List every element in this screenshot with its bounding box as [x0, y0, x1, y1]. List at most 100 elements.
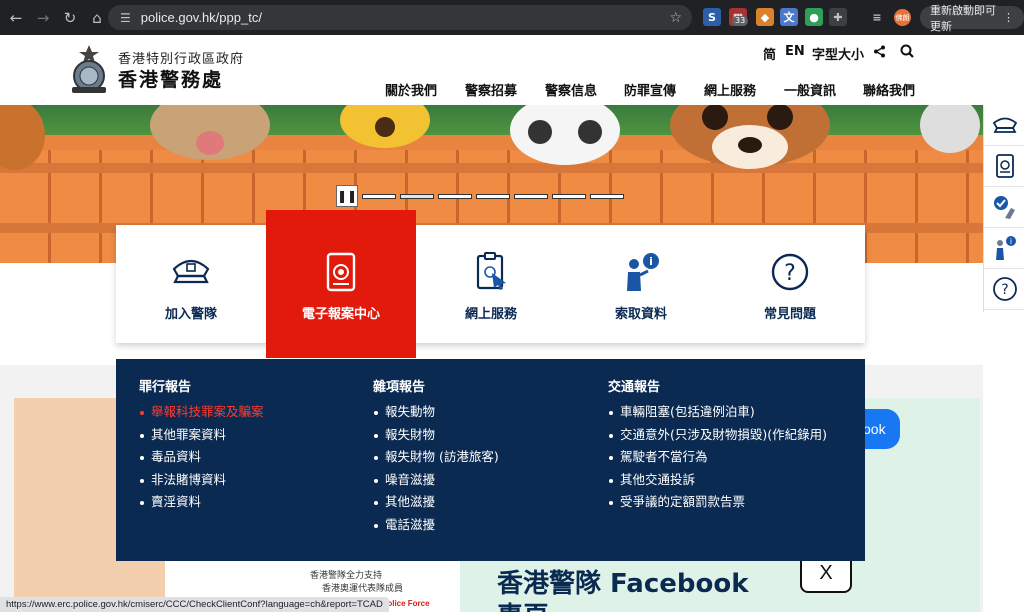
- link-drug-info[interactable]: 毒品資料: [139, 446, 264, 469]
- back-icon[interactable]: ←: [4, 6, 28, 30]
- link-lost-property-visitor[interactable]: 報失財物 (訪港旅客): [373, 446, 499, 469]
- facebook-subtitle: 專頁: [497, 596, 549, 612]
- forward-icon[interactable]: →: [31, 6, 55, 30]
- police-crest-logo[interactable]: [66, 43, 112, 95]
- check-hand-icon: [993, 196, 1015, 219]
- tile-faq[interactable]: ? 常見問題: [715, 225, 865, 343]
- link-phone-nuisance[interactable]: 電話滋擾: [373, 514, 499, 537]
- poster-text: 香港警隊全力支持 香港奧運代表隊成員: [310, 570, 403, 596]
- tile-online-services[interactable]: 網上服務: [416, 225, 566, 343]
- tile-e-report-centre[interactable]: 電子報案中心: [266, 210, 416, 358]
- quick-service-tiles: 加入警隊 電子報案中心 網上服務 i 索取資料 ? 常見問題: [116, 210, 865, 358]
- search-icon[interactable]: [900, 44, 914, 58]
- facebook-title: 香港警隊 Facebook: [497, 569, 749, 599]
- site-header: 香港特別行政區政府 香港警務處 简 EN 字型大小 關於我們 警察招募 警察信息…: [0, 35, 1024, 105]
- link-other-nuisance[interactable]: 其他滋擾: [373, 491, 499, 514]
- carousel-dot[interactable]: [514, 193, 548, 199]
- carousel-pause-button[interactable]: ❚❚: [336, 185, 358, 207]
- extension-record-icon[interactable]: ●: [805, 8, 823, 26]
- question-icon: ?: [992, 277, 1017, 301]
- info-person-icon: i: [627, 253, 659, 291]
- poster-line-2: 香港奧運代表隊成員: [322, 584, 404, 594]
- banner-illustration: [0, 105, 980, 170]
- update-button-label: 重新啟動即可更新: [930, 3, 996, 33]
- update-button[interactable]: 重新啟動即可更新 ⋮: [920, 4, 1024, 33]
- carousel-dot[interactable]: [590, 193, 624, 199]
- link-lost-property[interactable]: 報失財物: [373, 424, 499, 447]
- lang-english-link[interactable]: EN: [785, 44, 805, 59]
- link-prostitution[interactable]: 賣淫資料: [139, 491, 264, 514]
- crime-report-column: 罪行報告 舉報科技罪案及騙案 其他罪案資料 毒品資料 非法賭博資料 賣淫資料: [139, 376, 264, 514]
- link-illegal-gambling[interactable]: 非法賭博資料: [139, 469, 264, 492]
- side-faq[interactable]: ?: [984, 269, 1024, 310]
- traffic-report-column: 交通報告 車輛阻塞(包括違例泊車) 交通意外(只涉及財物損毀)(作紀錄用) 駕駛…: [608, 376, 827, 514]
- link-status-bar: https://www.erc.police.gov.hk/cmiserc/CC…: [0, 597, 389, 612]
- tile-label: 索取資料: [614, 307, 667, 322]
- tile-label: 常見問題: [763, 307, 816, 322]
- address-url[interactable]: police.gov.hk/ppp_tc/: [141, 10, 262, 25]
- svg-text:i: i: [649, 255, 653, 268]
- tile-label: 加入警隊: [164, 307, 217, 322]
- clipboard-click-icon: [476, 252, 506, 290]
- extension-fox-icon[interactable]: ◆: [756, 8, 774, 26]
- link-driver-misconduct[interactable]: 駕駛者不當行為: [608, 446, 827, 469]
- nav-crime-prevention[interactable]: 防罪宣傳: [624, 80, 676, 99]
- profile-avatar[interactable]: 佛朗: [894, 9, 911, 26]
- carousel-dot[interactable]: [362, 193, 396, 199]
- tile-label: 電子報案中心: [301, 307, 380, 322]
- side-join-police[interactable]: [984, 105, 1024, 146]
- side-online-services[interactable]: [984, 187, 1024, 228]
- extensions-puzzle-icon[interactable]: ✚: [829, 8, 847, 26]
- tile-join-police[interactable]: 加入警隊: [116, 225, 266, 343]
- svg-text:i: i: [1009, 237, 1011, 246]
- link-other-traffic-complaint[interactable]: 其他交通投訴: [608, 469, 827, 492]
- link-vehicle-obstruction[interactable]: 車輛阻塞(包括違例泊車): [608, 401, 827, 424]
- side-e-report[interactable]: [984, 146, 1024, 187]
- misc-report-column: 雜項報告 報失動物 報失財物 報失財物 (訪港旅客) 噪音滋擾 其他滋擾 電話滋…: [373, 376, 499, 536]
- link-disputed-fixed-penalty[interactable]: 受爭議的定額罰款告票: [608, 491, 827, 514]
- reload-icon[interactable]: ↻: [58, 6, 82, 30]
- police-cap-icon: [992, 117, 1017, 133]
- extension-translate-icon[interactable]: 文: [780, 8, 798, 26]
- side-quick-rail: i ?: [983, 105, 1024, 312]
- font-size-link[interactable]: 字型大小: [812, 44, 864, 63]
- e-report-dropdown: 罪行報告 舉報科技罪案及騙案 其他罪案資料 毒品資料 非法賭博資料 賣淫資料 雜…: [116, 359, 865, 561]
- tile-label: 網上服務: [464, 307, 517, 322]
- extension-badge: 33: [732, 16, 749, 26]
- traffic-report-heading: 交通報告: [608, 380, 661, 395]
- bookmark-star-icon[interactable]: ☆: [669, 10, 682, 26]
- extension-s-icon[interactable]: S: [703, 8, 721, 26]
- reading-list-icon[interactable]: ≡: [868, 8, 886, 26]
- nav-general-info[interactable]: 一般資訊: [784, 80, 836, 99]
- tile-request-info[interactable]: i 索取資料: [566, 225, 716, 343]
- carousel-dot[interactable]: [400, 193, 434, 199]
- carousel-dot[interactable]: [476, 193, 510, 199]
- link-tech-crime-fraud[interactable]: 舉報科技罪案及騙案: [139, 401, 264, 424]
- poster-line-1: 香港警隊全力支持: [310, 571, 383, 581]
- nav-recruitment[interactable]: 警察招募: [465, 80, 517, 99]
- question-icon: ?: [771, 253, 809, 291]
- nav-contact[interactable]: 聯絡我們: [863, 80, 915, 99]
- info-person-icon: i: [995, 236, 1016, 260]
- link-traffic-accident[interactable]: 交通意外(只涉及財物損毀)(作紀錄用): [608, 424, 827, 447]
- nav-about[interactable]: 關於我們: [385, 80, 437, 99]
- carousel-dot[interactable]: [552, 193, 586, 199]
- share-icon[interactable]: [873, 45, 886, 58]
- link-other-crime-info[interactable]: 其他罪案資料: [139, 424, 264, 447]
- link-noise-nuisance[interactable]: 噪音滋擾: [373, 469, 499, 492]
- side-request-info[interactable]: i: [984, 228, 1024, 269]
- link-lost-animal[interactable]: 報失動物: [373, 401, 499, 424]
- site-info-icon[interactable]: ☰: [120, 11, 131, 25]
- browser-toolbar: ← → ↻ ⌂ ☰ police.gov.hk/ppp_tc/ ☆ S ▦ 33…: [0, 0, 1024, 35]
- carousel-controls: ❚❚: [336, 185, 624, 207]
- nav-police-info[interactable]: 警察信息: [545, 80, 597, 99]
- lang-simplified-link[interactable]: 简: [763, 44, 776, 63]
- e-report-icon: [995, 154, 1014, 178]
- address-bar[interactable]: ☰ police.gov.hk/ppp_tc/ ☆: [108, 5, 692, 30]
- home-icon[interactable]: ⌂: [85, 6, 109, 30]
- e-report-icon: [326, 252, 356, 292]
- carousel-dot[interactable]: [438, 193, 472, 199]
- org-name[interactable]: 香港警務處: [118, 65, 223, 92]
- svg-text:?: ?: [1001, 282, 1008, 298]
- nav-online-services[interactable]: 網上服務: [704, 80, 756, 99]
